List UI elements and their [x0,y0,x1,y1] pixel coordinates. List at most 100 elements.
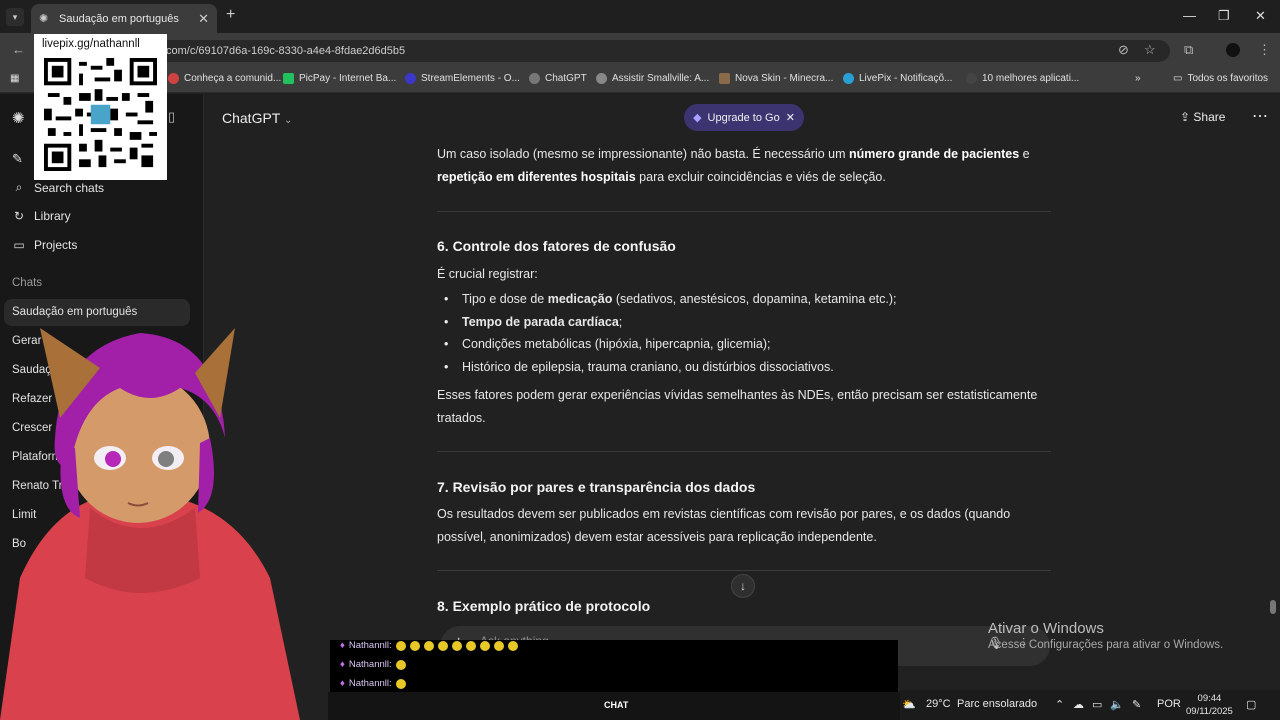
weather-temp[interactable]: 29°C [926,698,951,710]
picpay-icon [283,73,294,84]
weather-icon[interactable]: ⛅ [902,698,916,711]
back-icon[interactable]: ← [12,42,25,57]
chevron-up-icon[interactable]: ⌃ [1055,698,1064,711]
user-icon: ♦ [340,640,345,651]
watermark-subtitle: Acesse Configurações para ativar o Windo… [988,639,1224,651]
toggle-sidebar-icon[interactable]: ▯ [168,109,175,125]
sidebar-item-search[interactable]: ⌕ Search chats [12,180,104,195]
browser-tab[interactable]: ✺ Saudação em português ✕ [31,4,217,33]
model-selector[interactable]: ChatGPT ⌄ [222,110,292,126]
streamelements-icon [405,73,416,84]
menu-icon[interactable]: ⋮ [1258,42,1271,58]
bookmark-7[interactable]: 10 melhores aplicati... [966,73,1079,84]
pen-icon[interactable]: ✎ [1132,698,1141,711]
clock-time: 09:44 [1197,693,1222,704]
more-options-icon[interactable]: ⋯ [1252,106,1268,126]
livepix-icon [843,73,854,84]
chat-message: ♦ Nathannll: [340,659,406,670]
paragraph-intro: Um caso isolado (mesmo se impressionante… [437,147,1030,184]
divider [437,211,1051,212]
chat-item[interactable]: Saudação em português [12,306,137,318]
close-icon[interactable]: ✕ [786,111,795,124]
vtuber-avatar [0,328,300,720]
bookmark-4[interactable]: Assistir Smallville: A... [596,73,709,84]
language-indicator[interactable]: POR [1157,698,1181,710]
list-item: Tempo de parada cardíaca; [444,311,1044,334]
user-icon: ♦ [340,659,345,670]
user-icon: ♦ [340,678,345,689]
folder-icon: ▭ [1173,73,1183,84]
bookmark-6[interactable]: LivePix - Notificaçõ... [843,73,952,84]
apps-icon[interactable]: ▦ [10,73,19,84]
maximize-icon[interactable]: ❐ [1218,8,1230,24]
eye-off-icon[interactable]: ⊘ [1118,42,1129,58]
chat-message: ♦ Nathannll: [340,678,406,689]
search-icon: ⌕ [15,180,23,194]
sidebar-item-projects[interactable]: ▭ Projects [12,238,77,252]
chat-footer: CHAT [328,692,900,720]
more-bookmarks-icon[interactable]: » [1135,73,1141,84]
scroll-down-button[interactable]: ↓ [731,574,755,598]
folder-icon: ▭ [13,238,25,252]
close-window-icon[interactable]: ✕ [1255,8,1266,24]
url-field[interactable]: com/c/69107d6a-169c-8330-a4e4-8fdae2d6d5… [150,40,1170,62]
bookmark-icon [168,73,179,84]
qr-code-icon [44,58,157,171]
activation-watermark: Ativar o Windows Acesse Configurações pa… [988,620,1223,651]
bookmark-3[interactable]: ChatGPT [529,73,587,84]
bookmark-0[interactable]: Conheça a comunid... [168,73,281,84]
qr-title: livepix.gg/nathannll [42,38,140,50]
novaskin-icon [719,73,730,84]
chat-message: ♦ Nathannll: [340,640,518,651]
profile-avatar[interactable] [1226,43,1240,57]
network-icon[interactable]: ☁ [1073,698,1084,711]
section-6-lead: É crucial registrar: [437,267,538,281]
scrollbar-thumb[interactable] [1270,600,1276,614]
clock-date: 09/11/2025 [1186,706,1233,717]
chatgpt-icon [529,73,540,84]
list-item: Histórico de epilepsia, trauma craniano,… [444,356,1044,379]
clock[interactable]: 09:44 09/11/2025 [1186,692,1233,718]
share-button[interactable]: ⇪ Share [1180,110,1225,124]
bookmark-5[interactable]: Nova Skin - Minecra... [719,73,833,84]
divider [437,570,1051,571]
factors-list: Tipo e dose de medicação (sedativos, ane… [444,288,1044,378]
upgrade-button[interactable]: ◆ Upgrade to Go ✕ [684,104,804,131]
chatgpt-icon: ✺ [39,12,49,25]
sidebar-item-library[interactable]: ↻ Library [12,209,71,223]
star-icon[interactable]: ☆ [1144,42,1156,58]
stream-chat: ♦ Nathannll: ♦ Nathannll: ♦ Nathannll: [330,640,898,692]
globe-icon [596,73,607,84]
notifications-icon[interactable]: ▢ [1246,698,1256,711]
bookmark-2[interactable]: StreamElements - O... [405,73,520,84]
url-text: com/c/69107d6a-169c-8330-a4e4-8fdae2d6d5… [166,45,406,57]
all-favorites[interactable]: ▭ Todos os favoritos [1173,73,1268,84]
extensions-icon[interactable]: ⧉ [1184,42,1193,58]
qr-overlay: livepix.gg/nathannll [34,34,167,180]
diamond-icon: ◆ [693,112,702,124]
volume-icon[interactable]: 🔈 [1110,698,1124,711]
section-6-heading: 6. Controle dos fatores de confusão [437,238,676,254]
list-item: Tipo e dose de medicação (sedativos, ane… [444,288,1044,311]
openai-logo-icon[interactable]: ✺ [12,109,25,127]
divider [437,451,1051,452]
share-icon: ⇪ [1180,110,1191,124]
new-chat-icon[interactable]: ✎ [12,151,23,167]
list-item: Condições metabólicas (hipóxia, hipercap… [444,333,1044,356]
section-6-close: Esses fatores podem gerar experiências v… [437,388,1038,425]
library-icon: ↻ [13,209,25,223]
section-7-body: Os resultados devem ser publicados em re… [437,507,1011,544]
chevron-down-icon: ⌄ [284,115,293,126]
section-8-heading: 8. Exemplo prático de protocolo [437,598,651,614]
watermark-title: Ativar o Windows [988,620,1104,637]
chats-heading: Chats [12,277,43,289]
display-icon[interactable]: ▭ [1092,698,1102,711]
bookmark-1[interactable]: PicPay - Internet Ba... [283,73,396,84]
weather-desc[interactable]: Parc ensolarado [957,698,1037,710]
section-7-heading: 7. Revisão por pares e transparência dos… [437,479,756,495]
new-tab-button[interactable]: + [226,6,235,24]
minimize-icon[interactable]: — [1183,8,1196,23]
close-tab-icon[interactable]: ✕ [198,11,209,27]
apps-grid-icon [966,73,977,84]
tab-search-button[interactable]: ▾ [6,8,24,26]
